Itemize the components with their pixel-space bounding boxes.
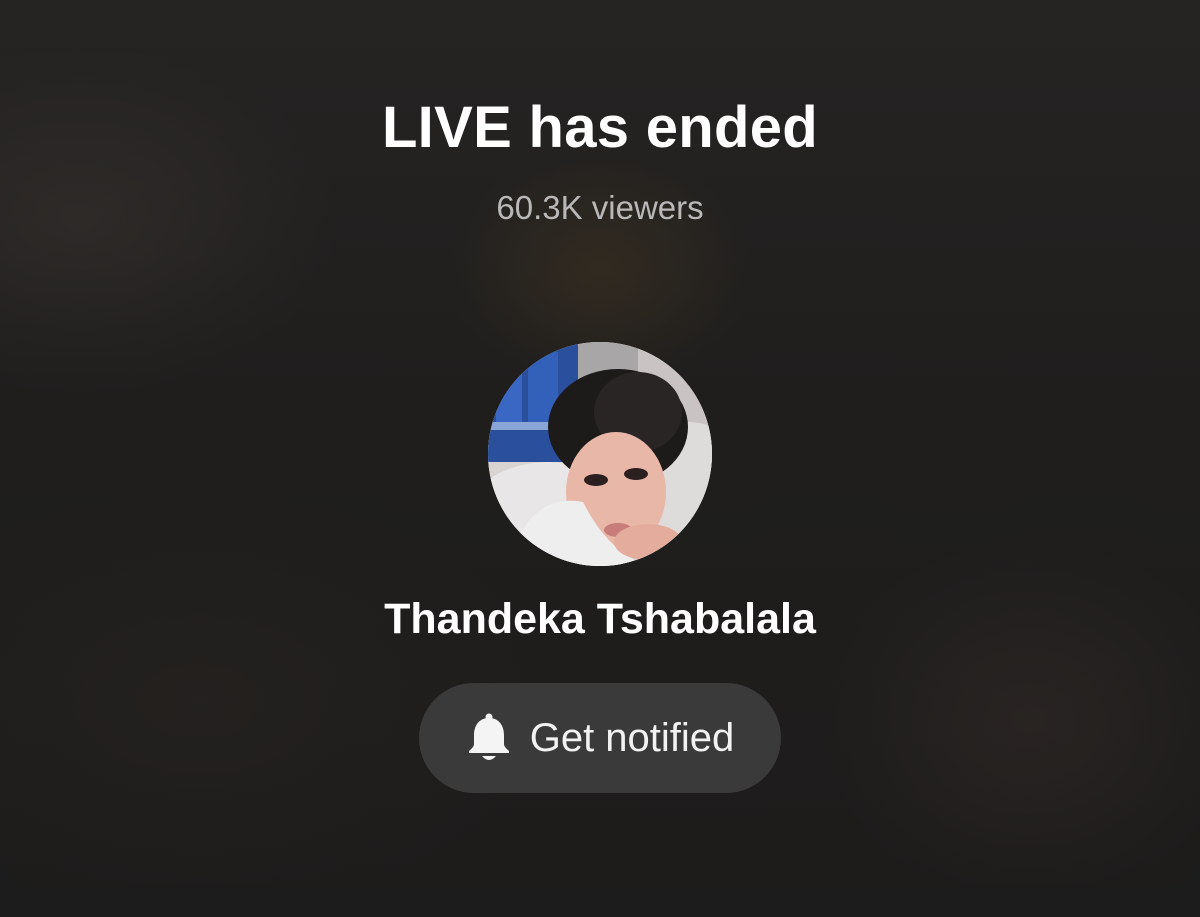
live-ended-title: LIVE has ended <box>381 95 819 160</box>
get-notified-button[interactable]: Get notified <box>419 683 781 793</box>
host-avatar[interactable] <box>488 342 712 566</box>
viewer-count: 60.3K viewers <box>496 189 704 226</box>
live-ended-screen: LIVE has ended 60.3K viewers Thandeka Ts… <box>0 0 1200 917</box>
get-notified-label: Get notified <box>529 716 735 760</box>
avatar-photo <box>488 342 712 566</box>
bell-icon <box>466 713 512 763</box>
live-ended-panel: LIVE has ended 60.3K viewers Thandeka Ts… <box>0 0 1200 884</box>
host-name[interactable]: Thandeka Tshabalala <box>0 594 1200 644</box>
